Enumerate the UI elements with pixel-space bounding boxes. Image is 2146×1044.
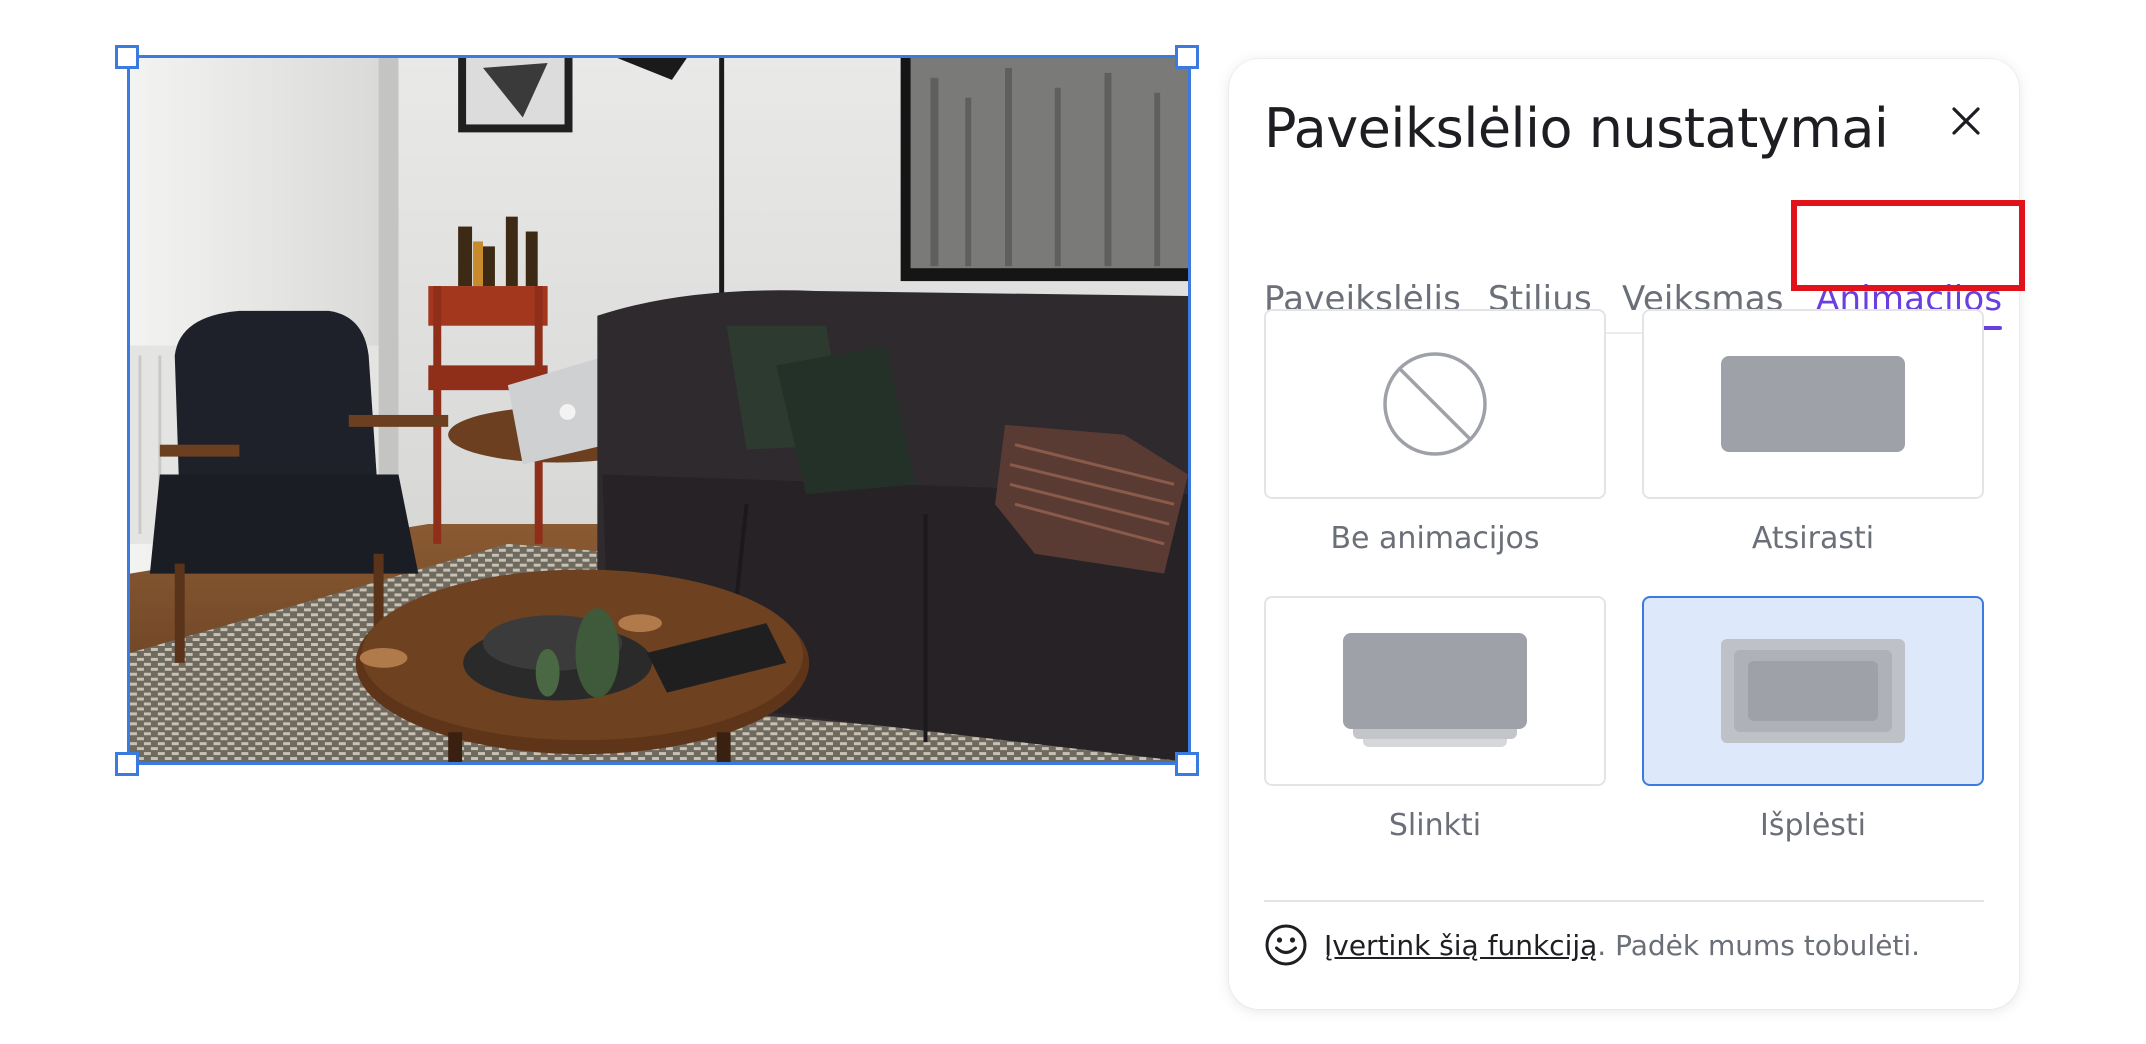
panel-title: Paveikslėlio nustatymai — [1264, 97, 1889, 160]
feedback-footer: Įvertink šią funkciją . Padėk mums tobul… — [1264, 920, 1920, 970]
smiley-icon — [1264, 923, 1308, 967]
animation-label-expand: Išplėsti — [1759, 808, 1867, 843]
animation-label-none: Be animacijos — [1330, 521, 1540, 556]
animation-option-none[interactable]: Be animacijos — [1264, 309, 1606, 556]
resize-handle-top-right[interactable] — [1175, 45, 1199, 69]
close-icon — [1952, 107, 1980, 135]
animation-option-fade-in[interactable]: Atsirasti — [1642, 309, 1984, 556]
resize-handle-bottom-left[interactable] — [115, 752, 139, 776]
animation-preview-expand — [1642, 596, 1984, 786]
tab-highlight-box — [1791, 200, 2025, 291]
expand-icon — [1721, 639, 1905, 743]
resize-handle-bottom-right[interactable] — [1175, 752, 1199, 776]
footer-divider — [1264, 900, 1984, 902]
close-button[interactable] — [1944, 99, 1988, 143]
animation-preview-slide — [1264, 596, 1606, 786]
animation-option-expand[interactable]: Išplėsti — [1642, 596, 1984, 843]
animation-label-slide: Slinkti — [1388, 808, 1482, 843]
no-animation-icon — [1383, 352, 1487, 456]
rate-feature-link[interactable]: Įvertink šią funkciją — [1324, 929, 1597, 962]
resize-handle-top-left[interactable] — [115, 45, 139, 69]
animation-label-fade-in: Atsirasti — [1751, 521, 1875, 556]
selected-image[interactable] — [127, 55, 1191, 765]
slide-icon — [1343, 633, 1527, 759]
feedback-text: . Padėk mums tobulėti. — [1597, 928, 1921, 962]
living-room-photo — [130, 58, 1188, 762]
animation-preview-none — [1264, 309, 1606, 499]
fade-in-icon — [1721, 356, 1905, 452]
animation-option-slide[interactable]: Slinkti — [1264, 596, 1606, 843]
animation-preview-fade-in — [1642, 309, 1984, 499]
